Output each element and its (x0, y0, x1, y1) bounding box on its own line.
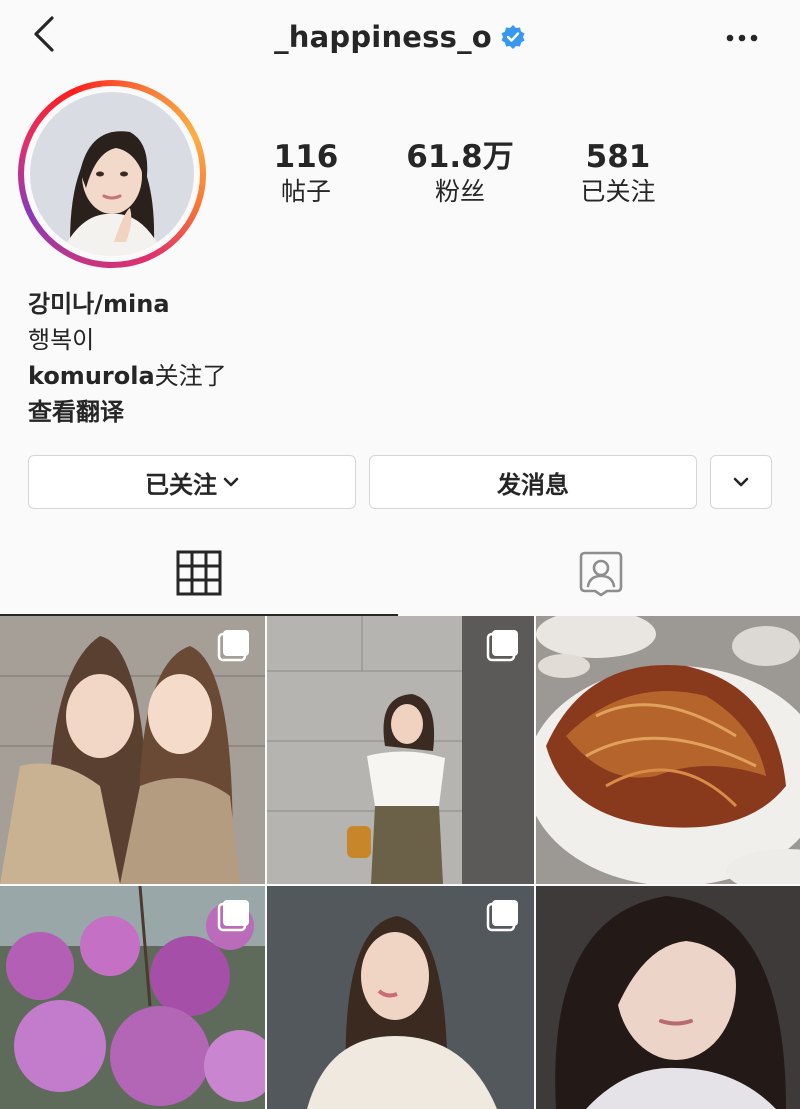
posts-grid (0, 616, 800, 1109)
post-thumbnail[interactable] (267, 616, 534, 884)
chevron-down-icon (733, 477, 749, 487)
following-count-label: 已关注 (580, 177, 656, 206)
following-button[interactable]: 已关注 (28, 455, 356, 509)
post-thumbnail[interactable] (536, 616, 800, 884)
more-options-button[interactable] (722, 22, 762, 52)
following-count-value: 581 (585, 139, 651, 175)
grid-icon (176, 550, 222, 596)
followers-count-label: 粉丝 (434, 177, 485, 206)
suggested-accounts-button[interactable] (710, 455, 772, 509)
profile-username: _happiness_o (274, 20, 492, 54)
followers-count[interactable]: 61.8万 粉丝 (375, 138, 545, 208)
followers-count-value: 61.8万 (406, 139, 514, 175)
message-button[interactable]: 发消息 (369, 455, 697, 509)
post-thumbnail[interactable] (0, 616, 265, 884)
followed-by[interactable]: komurola关注了 (28, 358, 227, 394)
multiple-photos-icon (217, 900, 249, 932)
story-ring[interactable] (18, 80, 206, 268)
see-translation-link[interactable]: 查看翻译 (28, 394, 227, 430)
posts-count-value: 116 (273, 139, 339, 175)
message-button-label: 发消息 (497, 470, 569, 499)
following-button-label: 已关注 (145, 470, 217, 499)
profile-username-row: _happiness_o (0, 20, 800, 54)
followed-by-suffix: 关注了 (154, 362, 227, 390)
multiple-photos-icon (486, 630, 518, 662)
top-bar: _happiness_o (0, 0, 800, 80)
tagged-user-icon (579, 551, 623, 597)
following-count[interactable]: 581 已关注 (533, 138, 703, 208)
post-thumbnail[interactable] (267, 886, 534, 1109)
post-thumbnail[interactable] (0, 886, 265, 1109)
tab-tagged[interactable] (402, 530, 800, 616)
avatar (30, 92, 194, 256)
followed-by-user[interactable]: komurola (28, 362, 155, 390)
posts-count-label: 帖子 (280, 177, 331, 206)
multiple-photos-icon (217, 630, 249, 662)
tab-posts-grid[interactable] (0, 530, 398, 616)
profile-display-name: 강미나/mina (28, 290, 170, 318)
chevron-down-icon (223, 477, 239, 487)
profile-tabs (0, 530, 800, 616)
verified-badge-icon (501, 25, 525, 49)
posts-count[interactable]: 116 帖子 (221, 138, 391, 208)
profile-bio: 강미나/mina 행복이 komurola关注了 查看翻译 (28, 286, 227, 430)
multiple-photos-icon (486, 900, 518, 932)
more-horizontal-icon (726, 34, 758, 42)
post-thumbnail[interactable] (536, 886, 800, 1109)
profile-bio-text: 행복이 (28, 326, 95, 354)
